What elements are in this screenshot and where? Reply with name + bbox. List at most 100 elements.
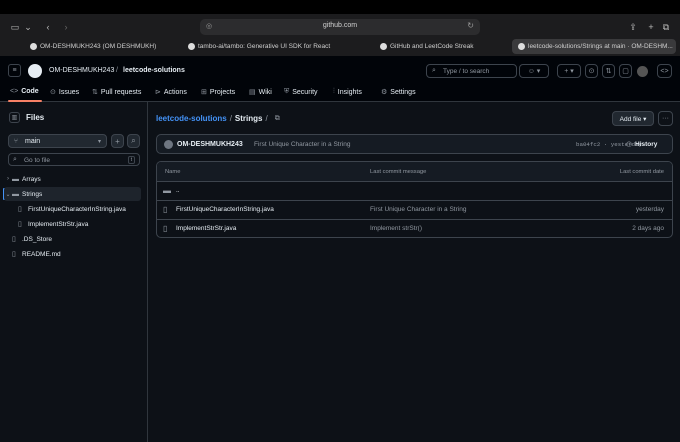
file-name[interactable]: FirstUniqueCharacterInString.java — [176, 206, 274, 213]
commit-message[interactable]: First Unique Character in a String — [370, 206, 466, 213]
github-icon — [30, 43, 37, 50]
browser-chrome: ▭ ⌄ ‹ › ◎ github.com ↻ ⇪ + ⧉ OM-DESHMUKH… — [0, 14, 680, 56]
tree-label: Arrays — [22, 175, 41, 183]
create-new-button[interactable]: + ▾ — [557, 64, 581, 78]
tab-code[interactable]: <> Code — [10, 88, 39, 95]
repo-link[interactable]: leetcode-solutions — [123, 67, 185, 74]
tab-overview-icon[interactable]: ⧉ — [660, 21, 672, 33]
search-icon: ⌕ — [432, 67, 436, 74]
tab-bar: OM-DESHMUKH243 (OM DESHMUKH) tambo-ai/ta… — [0, 39, 680, 54]
tree-file[interactable]: ▯ README.md — [4, 247, 141, 261]
breadcrumb-separator: / — [116, 67, 118, 74]
goto-file-input[interactable]: ⌕ Go to file t — [8, 153, 140, 166]
files-title: Files — [26, 113, 45, 122]
table-row[interactable]: ▯ FirstUniqueCharacterInString.java Firs… — [157, 201, 672, 220]
table-header: Name Last commit message Last commit dat… — [157, 162, 672, 182]
code-icon[interactable]: <> — [657, 64, 672, 78]
tree-file[interactable]: ▯ .DS_Store — [4, 232, 141, 246]
more-options-icon[interactable]: ··· — [658, 111, 673, 126]
breadcrumb-current: Strings — [234, 114, 263, 123]
reload-icon[interactable]: ↻ — [467, 21, 474, 30]
search-icon[interactable]: ⌕ — [127, 134, 140, 148]
github-icon — [188, 43, 195, 50]
folder-icon: ▬ — [12, 175, 19, 183]
breadcrumb-separator: / — [229, 114, 232, 123]
file-icon: ▯ — [12, 236, 16, 243]
play-icon: ⊳ — [155, 89, 161, 96]
tab-label: Actions — [163, 88, 187, 96]
tree-file[interactable]: ▯ FirstUniqueCharacterInString.java — [4, 202, 141, 216]
avatar[interactable] — [636, 64, 649, 78]
commit-message[interactable]: Implement strStr() — [370, 225, 422, 232]
github-icon — [380, 43, 387, 50]
browser-tab-active[interactable]: leetcode-solutions/Strings at main · OM-… — [512, 39, 676, 54]
github-logo-icon[interactable] — [28, 64, 42, 78]
sidebar-collapse-icon[interactable]: ▥ — [9, 112, 20, 123]
tab-settings[interactable]: ⚙ Settings — [381, 88, 416, 97]
inbox-icon[interactable]: ▢ — [619, 64, 632, 78]
tab-issues[interactable]: ⊙ Issues — [50, 88, 79, 97]
commit-message[interactable]: First Unique Character in a String — [254, 141, 350, 148]
tree-label: .DS_Store — [22, 235, 52, 243]
branch-selector[interactable]: ⑂ main ▾ — [8, 134, 107, 148]
column-header: Last commit message — [370, 169, 427, 175]
tree-label: Strings — [22, 190, 43, 198]
tree-folder-arrays[interactable]: › ▬ Arrays — [4, 172, 141, 186]
parent-directory-link[interactable]: .. — [176, 187, 180, 194]
avatar[interactable] — [164, 140, 173, 149]
back-button[interactable]: ‹ — [42, 21, 54, 33]
github-icon — [518, 43, 525, 50]
file-icon: ▯ — [18, 221, 22, 228]
issues-icon[interactable]: ⊙ — [585, 64, 598, 78]
shield-icon: ⛨ — [284, 88, 290, 95]
tab-actions[interactable]: ⊳ Actions — [155, 88, 187, 97]
tab-security[interactable]: ⛨ Security — [284, 88, 318, 96]
pull-request-icon[interactable]: ⇅ — [602, 64, 615, 78]
tab-label: GitHub and LeetCode Streak — [390, 43, 474, 50]
tab-pull-requests[interactable]: ⇅ Pull requests — [92, 88, 141, 97]
table-row[interactable]: ▯ ImplementStrStr.java Implement strStr(… — [157, 220, 672, 237]
add-file-icon[interactable]: + — [111, 134, 124, 148]
commit-author[interactable]: OM-DESHMUKH243 — [177, 141, 243, 148]
browser-tab[interactable]: GitHub and LeetCode Streak — [374, 39, 508, 54]
commit-sha-time[interactable]: ba04fc2 · yesterday — [576, 141, 642, 148]
chevron-down-icon[interactable]: ⌄ — [22, 21, 34, 33]
chevron-down-icon: ⌄ — [5, 191, 11, 198]
branch-icon: ⑂ — [14, 138, 18, 145]
branch-name: main — [25, 138, 41, 145]
address-bar[interactable]: ◎ github.com ↻ — [200, 19, 480, 35]
tab-wiki[interactable]: ▤ Wiki — [249, 88, 272, 97]
sidebar-toggle-icon[interactable]: ▭ — [9, 21, 21, 33]
tree-file[interactable]: ▯ ImplementStrStr.java — [4, 217, 141, 231]
forward-button[interactable]: › — [60, 21, 72, 33]
owner-link[interactable]: OM-DESHMUKH243 — [49, 67, 114, 74]
tree-folder-strings[interactable]: ⌄ ▬ Strings — [4, 187, 141, 201]
folder-icon: ▬ — [163, 186, 171, 195]
url-text: github.com — [322, 22, 358, 29]
tree-label: FirstUniqueCharacterInString.java — [28, 205, 126, 213]
file-icon: ▯ — [18, 206, 22, 213]
file-name[interactable]: ImplementStrStr.java — [176, 225, 236, 232]
code-icon: <> — [10, 88, 19, 95]
history-button[interactable]: History — [635, 141, 657, 148]
copilot-button[interactable]: ☺ ▾ — [519, 64, 549, 78]
graph-icon: ⫶ — [333, 88, 335, 95]
add-file-button[interactable]: Add file ▾ — [612, 111, 654, 126]
file-table: Name Last commit message Last commit dat… — [156, 161, 673, 238]
latest-commit-bar: OM-DESHMUKH243 First Unique Character in… — [156, 134, 673, 154]
new-tab-button[interactable]: + — [645, 21, 657, 33]
browser-tab[interactable]: tambo-ai/tambo: Generative UI SDK for Re… — [182, 39, 372, 54]
column-header: Name — [165, 169, 181, 175]
tab-projects[interactable]: ⊞ Projects — [201, 88, 235, 97]
copy-path-icon[interactable]: ⧉ — [275, 115, 280, 123]
file-icon: ▯ — [12, 251, 16, 258]
search-input[interactable]: ⌕ Type / to search — [426, 64, 517, 78]
table-row-parent[interactable]: ▬ .. — [157, 182, 672, 201]
share-icon[interactable]: ⇪ — [627, 21, 639, 33]
tab-insights[interactable]: ⫶ Insights — [333, 88, 362, 96]
menu-icon[interactable]: ≡ — [8, 64, 21, 77]
breadcrumb-repo-link[interactable]: leetcode-solutions — [156, 114, 227, 123]
browser-tab[interactable]: OM-DESHMUKH243 (OM DESHMUKH) — [24, 39, 180, 54]
tab-label: Code — [21, 88, 39, 95]
commit-date: 2 days ago — [632, 225, 664, 232]
